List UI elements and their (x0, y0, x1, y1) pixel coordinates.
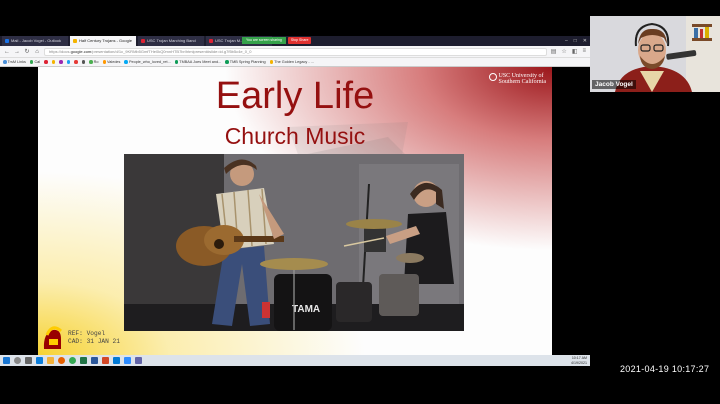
windows-taskbar: 10:17 AM 4/19/2021 (0, 355, 590, 366)
bookmark-item[interactable]: Ro (89, 60, 99, 64)
windows-start-icon[interactable] (3, 357, 10, 364)
bookmark-icon (29, 60, 34, 64)
bookmark-star-icon[interactable]: ☆ (561, 48, 566, 55)
shared-screen: Mail - Jacob Vogel - Outlook Half Centur… (0, 36, 590, 366)
slide-subtitle: Church Music (224, 123, 366, 149)
close-icon[interactable]: ✕ (583, 36, 587, 46)
participant-name: Jacob Vogel (592, 80, 636, 89)
taskbar-clock[interactable]: 10:17 AM 4/19/2021 (571, 356, 587, 365)
bookmark-icon (174, 60, 179, 64)
usc-icon (141, 39, 145, 43)
maximize-icon[interactable]: □ (574, 36, 577, 46)
reload-icon[interactable]: ↻ (24, 48, 30, 55)
webcam-feed: Jacob Vogel (590, 16, 720, 92)
firefox-icon[interactable] (58, 357, 65, 364)
extensions-icon[interactable]: ◧ (572, 48, 578, 55)
tab-label: USC Trojan M... (215, 38, 244, 43)
usc-icon (209, 39, 213, 43)
url-domain: google.com (70, 48, 92, 54)
menu-icon[interactable]: ≡ (582, 48, 586, 55)
zoom-icon[interactable] (124, 357, 131, 364)
slides-icon (73, 39, 77, 43)
url-path: /presentation/d/1c_9KRMb5GmfTHe0kQ0mnHTB… (91, 48, 252, 54)
bookmark-item[interactable] (51, 60, 56, 64)
bookmark-item[interactable]: People_who_loved_ret... (124, 60, 171, 64)
tab-label: Mail - Jacob Vogel - Outlook (11, 38, 62, 43)
excel-icon[interactable] (80, 357, 87, 364)
outlook-icon (5, 39, 9, 43)
usc-logo: USC University of Southern California (488, 73, 546, 85)
toolbar-icons: ▤ ☆ ◧ ≡ (551, 48, 586, 55)
bookmark-icon (269, 60, 274, 64)
tab-label: USC Trojan Marching Band (147, 38, 196, 43)
bookmark-icon (51, 60, 56, 64)
bookmarks-bar: TrsM Links Cal Ro Valedes People_who_lov… (0, 58, 590, 67)
powerpoint-icon[interactable] (102, 357, 109, 364)
outlook-icon[interactable] (113, 357, 120, 364)
edge-icon[interactable] (36, 357, 43, 364)
bookmark-icon (44, 60, 48, 64)
drum-brand-text: TAMA (292, 304, 320, 315)
slide-photo: TAMA (124, 154, 464, 331)
bookmark-item[interactable]: Valedes (102, 60, 120, 64)
forward-icon[interactable]: → (14, 49, 20, 55)
bookmark-item[interactable] (44, 60, 48, 64)
bookmark-icon (66, 60, 71, 64)
church-music-photo: TAMA (124, 154, 464, 331)
bookmark-icon (59, 60, 63, 64)
tab-outlook-mail[interactable]: Mail - Jacob Vogel - Outlook (2, 36, 68, 46)
tab-label: Half Century Trojans - Google (79, 38, 132, 43)
bookmark-item[interactable]: TMBAA Joes Meet and... (174, 60, 221, 64)
slide: Early Life Church Music USC University o… (38, 67, 552, 355)
chrome-icon[interactable] (69, 357, 76, 364)
bookmark-icon (74, 60, 78, 64)
browser-tab-bar: Mail - Jacob Vogel - Outlook Half Centur… (0, 36, 590, 46)
bookmark-icon (3, 60, 7, 64)
bookmark-item[interactable]: TrsM Links (3, 60, 26, 64)
home-icon[interactable]: ⌂ (34, 49, 40, 55)
search-icon[interactable] (14, 357, 21, 364)
file-explorer-icon[interactable] (47, 357, 54, 364)
ref-line: REF: Vogel (68, 330, 106, 337)
bookmark-icon (81, 60, 86, 64)
clock-date: 4/19/2021 (571, 360, 587, 365)
presentation-viewer: Early Life Church Music USC University o… (0, 67, 590, 355)
bookmark-icon (124, 60, 128, 64)
sharing-status: You are screen sharing (242, 37, 286, 44)
bookmark-icon (102, 60, 106, 64)
address-bar: ← → ↻ ⌂ https://docs.google.com/presenta… (0, 46, 590, 58)
bookmark-item[interactable] (59, 60, 63, 64)
bookmark-icon (89, 60, 93, 64)
clock-time: 10:17 AM (571, 356, 587, 360)
minimize-icon[interactable]: – (565, 36, 568, 46)
screen-share-bar: You are screen sharing Stop Share (242, 37, 312, 44)
bookmark-item[interactable] (81, 60, 86, 64)
url-input[interactable]: https://docs.google.com/presentation/d/1… (44, 47, 547, 56)
trojan-helmet-icon (43, 326, 62, 349)
tab-google-slides[interactable]: Half Century Trojans - Google (70, 36, 136, 46)
tab-usc-band[interactable]: USC Trojan Marching Band (138, 36, 204, 46)
cad-line: CAD: 31 JAN 21 (68, 338, 120, 345)
teams-icon[interactable] (135, 357, 142, 364)
bookmark-icon (225, 60, 229, 64)
bookmark-item[interactable] (66, 60, 71, 64)
bookmark-item[interactable] (74, 60, 78, 64)
reader-icon[interactable]: ▤ (551, 48, 557, 55)
word-icon[interactable] (91, 357, 98, 364)
recording-timestamp: 2021-04-19 10:17:27 (620, 364, 710, 374)
stop-share-button[interactable]: Stop Share (287, 37, 312, 44)
bookmark-item[interactable]: The Golden Legacy - ... (269, 60, 314, 64)
window-controls: – □ ✕ (565, 36, 587, 46)
slide-reference: REF: Vogel CAD: 31 JAN 21 (68, 330, 120, 346)
usc-seal-icon (488, 73, 497, 81)
url-prefix: https://docs. (49, 48, 71, 54)
slide-title: Early Life (215, 75, 375, 117)
back-icon[interactable]: ← (4, 49, 10, 55)
bookmark-item[interactable]: Cal (29, 60, 40, 64)
bookmark-item[interactable]: TMB Spring Planning (225, 60, 266, 64)
task-view-icon[interactable] (25, 357, 32, 364)
